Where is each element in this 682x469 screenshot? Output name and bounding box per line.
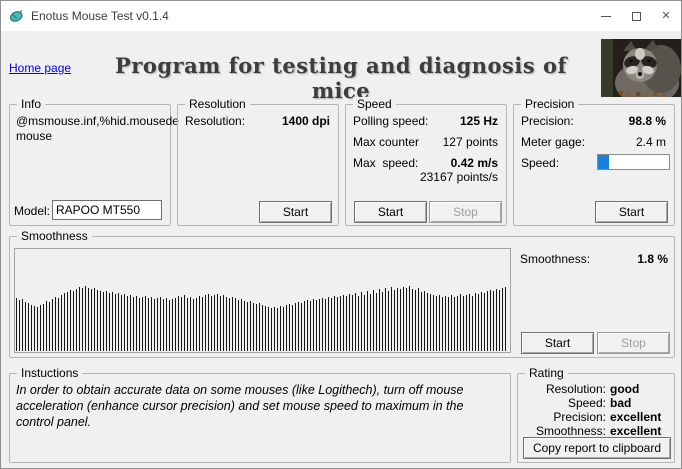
resolution-label: Resolution: <box>185 114 245 128</box>
precision-group: Precision Precision: 98.8 % Meter gage: … <box>513 104 675 226</box>
rating-resolution-label: Resolution: <box>522 382 606 396</box>
smoothness-label: Smoothness: <box>520 252 590 266</box>
speed-group-label: Speed <box>353 97 396 111</box>
maximize-icon <box>632 12 641 21</box>
copy-report-button[interactable]: Copy report to clipboard <box>523 437 671 459</box>
rating-speed-label: Speed: <box>522 396 606 410</box>
polling-speed-label: Polling speed: <box>353 114 428 128</box>
rating-precision-value: excellent <box>610 410 661 424</box>
rating-precision-label: Precision: <box>522 410 606 424</box>
smoothness-value: 1.8 % <box>637 252 668 266</box>
max-counter-label: Max counter <box>353 135 419 149</box>
resolution-start-button[interactable]: Start <box>259 201 332 223</box>
page-title: Program for testing and diagnosis of mic… <box>96 53 586 103</box>
device-info-text: @msmouse.inf,%hid.mousede mouse <box>16 114 168 144</box>
smoothness-stop-button[interactable]: Stop <box>597 332 670 354</box>
rating-rows: Resolution: good Speed: bad Precision: e… <box>522 382 670 438</box>
rating-row-resolution: Resolution: good <box>522 382 670 396</box>
app-window: Enotus Mouse Test v0.1.4 ✕ Home page Pro… <box>0 0 682 469</box>
close-icon: ✕ <box>661 11 670 22</box>
meter-gage-value: 2.4 m <box>636 135 666 149</box>
smoothness-histogram <box>14 248 511 353</box>
meter-gage-label: Meter gage: <box>521 135 585 149</box>
precision-start-button[interactable]: Start <box>595 201 668 223</box>
precision-value: 98.8 % <box>629 114 666 128</box>
points-per-second-value: 23167 points/s <box>420 170 498 184</box>
resolution-value: 1400 dpi <box>282 114 330 128</box>
resolution-group: Resolution Resolution: 1400 dpi Start <box>177 104 339 226</box>
model-label: Model: <box>14 204 50 218</box>
smoothness-start-button[interactable]: Start <box>521 332 594 354</box>
title-bar[interactable]: Enotus Mouse Test v0.1.4 ✕ <box>1 1 681 31</box>
maximize-button[interactable] <box>621 1 651 31</box>
polling-speed-value: 125 Hz <box>460 114 498 128</box>
model-input[interactable] <box>52 200 162 220</box>
info-group: Info @msmouse.inf,%hid.mousede mouse Mod… <box>9 104 171 226</box>
speed-group: Speed Polling speed: 125 Hz Max counter … <box>345 104 507 226</box>
precision-speed-progress-fill <box>598 155 609 169</box>
close-button[interactable]: ✕ <box>651 1 681 31</box>
rating-row-smoothness: Smoothness: excellent <box>522 424 670 438</box>
rating-smoothness-label: Smoothness: <box>522 424 606 438</box>
instructions-group-label: Instuctions <box>17 366 82 380</box>
rating-resolution-value: good <box>610 382 639 396</box>
resolution-group-label: Resolution <box>185 97 250 111</box>
window-title: Enotus Mouse Test v0.1.4 <box>31 9 169 23</box>
smoothness-group-label: Smoothness <box>17 229 92 243</box>
rating-speed-value: bad <box>610 396 631 410</box>
instructions-group: Instuctions In order to obtain accurate … <box>9 373 511 463</box>
max-speed-value: 0.42 m/s <box>451 156 498 170</box>
max-speed-label: Max speed: <box>353 156 418 170</box>
rating-smoothness-value: excellent <box>610 424 661 438</box>
home-page-link[interactable]: Home page <box>9 61 71 75</box>
histogram-bars <box>16 250 508 351</box>
rating-row-precision: Precision: excellent <box>522 410 670 424</box>
rating-group: Rating Resolution: good Speed: bad Preci… <box>517 373 675 463</box>
rating-row-speed: Speed: bad <box>522 396 670 410</box>
minimize-icon <box>601 16 611 17</box>
raccoon-photo <box>601 39 682 97</box>
precision-group-label: Precision <box>521 97 578 111</box>
minimize-button[interactable] <box>591 1 621 31</box>
max-counter-value: 127 points <box>443 135 498 149</box>
precision-speed-progressbar <box>597 154 670 170</box>
smoothness-group: Smoothness Smoothness: 1.8 % Start Stop <box>9 236 675 358</box>
rating-group-label: Rating <box>525 366 568 380</box>
speed-stop-button[interactable]: Stop <box>429 201 502 223</box>
precision-speed-label: Speed: <box>521 156 559 170</box>
instructions-text: In order to obtain accurate data on some… <box>16 382 502 430</box>
info-group-label: Info <box>17 97 45 111</box>
precision-label: Precision: <box>521 114 574 128</box>
app-mouse-icon <box>9 9 23 23</box>
speed-start-button[interactable]: Start <box>354 201 427 223</box>
